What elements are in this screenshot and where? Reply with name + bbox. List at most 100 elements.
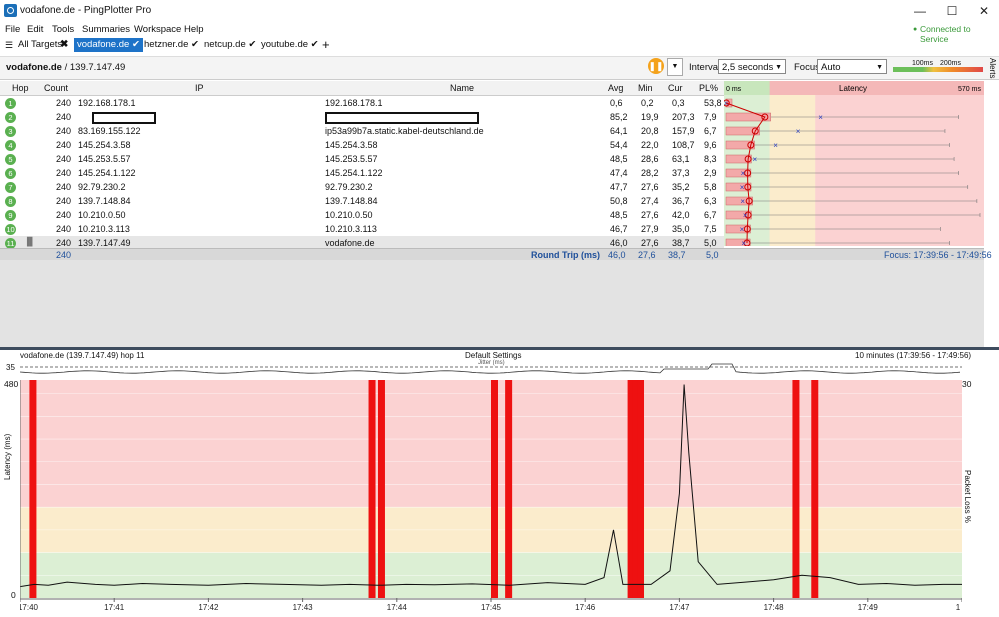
table-row[interactable]: 2 240 85,2 19,9 207,3 7,9 [0, 110, 724, 124]
bar-chart-icon[interactable]: ▐▌ [24, 237, 35, 246]
y-axis-bottom: 0 [11, 590, 16, 600]
table-row[interactable]: 3 240 83.169.155.122 ip53a99b7a.static.kabe… [0, 124, 724, 138]
menu-workspace[interactable]: Workspace [134, 24, 181, 35]
col-avg[interactable]: Avg [608, 83, 623, 93]
hop-avg: 48,5 [610, 154, 628, 164]
pause-dropdown-icon[interactable]: ▼ [667, 58, 683, 76]
current-latency-marker: × [773, 141, 778, 150]
table-row[interactable]: 1 240 192.168.178.1 192.168.178.1 0,6 0,2 0,3 5… [0, 96, 724, 110]
hop-pl: 6,7 [704, 126, 717, 136]
latency-max-label: 570 ms [958, 86, 981, 93]
legend-100: 100ms [912, 60, 934, 67]
latency-min-label: 0 ms [726, 86, 742, 93]
hop-avg: 47,7 [610, 182, 628, 192]
add-tab-icon[interactable]: + [322, 37, 330, 52]
col-count[interactable]: Count [44, 83, 68, 93]
hop-cur: 35,0 [672, 224, 690, 234]
splitter[interactable] [0, 347, 999, 350]
summary-count: 240 [56, 250, 72, 260]
table-row[interactable]: 10 240 10.210.3.113 10.210.3.113 46,7 27,9 35,… [0, 222, 724, 236]
hop-min: 27,6 [641, 238, 659, 248]
summary-pl: 5,0 [706, 250, 719, 260]
close-tab-icon[interactable]: ✖ [60, 39, 68, 50]
packet-loss-marker [792, 380, 800, 598]
alerts-tab[interactable]: Alerts [985, 58, 997, 78]
hop-cur: 35,2 [672, 182, 690, 192]
hop-name: 10.210.3.113 [325, 224, 377, 234]
col-cur[interactable]: Cur [668, 83, 683, 93]
tab-netcup[interactable]: netcup.de ✔ [201, 38, 259, 52]
focus-range: Focus: 17:39:56 - 17:49:56 [884, 250, 992, 260]
y2-axis-label: Packet Loss % [963, 470, 972, 523]
col-hop[interactable]: Hop [12, 83, 29, 93]
packet-loss-marker [491, 380, 498, 598]
x-tick-label: 17:45 [481, 603, 502, 612]
hop-avg: 85,2 [610, 112, 628, 122]
hop-name: 192.168.178.1 [325, 98, 383, 108]
target-name: vodafone.de [6, 62, 62, 73]
graph-settings-title[interactable]: Default Settings [465, 351, 521, 360]
hop-name: ip53a99b7a.static.kabel-deutschland.de [325, 126, 484, 136]
menu-file[interactable]: File [5, 24, 20, 35]
hop-name: 139.7.148.84 [325, 196, 378, 206]
x-tick-label: 17:41 [104, 603, 125, 612]
hop-min: 20,8 [641, 126, 659, 136]
list-icon: ☰ [5, 40, 14, 50]
x-tick-label: 17:49 [858, 603, 879, 612]
hop-ip: 192.168.178.1 [78, 98, 136, 108]
table-row[interactable]: 4 240 145.254.3.58 145.254.3.58 54,4 22,0 108,… [0, 138, 724, 152]
pause-button[interactable]: ❚❚ [648, 58, 664, 74]
hop-pl: 53,8 [704, 98, 722, 108]
tab-youtube[interactable]: youtube.de ✔ [258, 38, 322, 52]
hop-cur: 42,0 [672, 210, 690, 220]
tab-vodafone[interactable]: vodafone.de ✔ [74, 38, 143, 52]
current-latency-marker: × [741, 169, 746, 178]
x-tick-label: 17:43 [293, 603, 314, 612]
graph-target-title: vodafone.de (139.7.147.49) hop 11 [20, 351, 145, 360]
menu-edit[interactable]: Edit [27, 24, 43, 35]
menu-help[interactable]: Help [184, 24, 204, 35]
close-icon[interactable]: ✕ [970, 3, 998, 19]
col-pl[interactable]: PL% [699, 83, 718, 93]
chevron-down-icon: ▼ [775, 64, 782, 71]
x-tick-label: 1 [956, 603, 961, 612]
tab-hetzner[interactable]: hetzner.de ✔ [141, 38, 202, 52]
tab-all-targets[interactable]: All Targets [15, 38, 65, 52]
time-axis: 17:40 17:41 17:42 17:43 17:44 17:45 17:46 17:47… [20, 598, 962, 612]
col-name[interactable]: Name [450, 83, 474, 93]
table-row[interactable]: 5 240 145.253.5.57 145.253.5.57 48,5 28,6 63,1… [0, 152, 724, 166]
table-row[interactable]: 7 240 92.79.230.2 92.79.230.2 47,7 27,6 35,2 5,… [0, 180, 724, 194]
hop-avg: 46,7 [610, 224, 628, 234]
target-ip: / 139.7.147.49 [64, 62, 126, 73]
interval-select[interactable]: 2,5 seconds ▼ [718, 59, 786, 74]
hop-cur: 207,3 [672, 112, 695, 122]
hop-ip: 145.254.3.58 [78, 140, 131, 150]
menu-summaries[interactable]: Summaries [82, 24, 130, 35]
packet-loss-marker [29, 380, 37, 598]
jitter-tick: 35 [6, 363, 15, 372]
minimize-icon[interactable]: — [906, 3, 934, 19]
col-min[interactable]: Min [638, 83, 653, 93]
graph-range-title: 10 minutes (17:39:56 - 17:49:56) [855, 351, 972, 360]
current-latency-marker: × [818, 113, 823, 122]
focus-select[interactable]: Auto ▼ [817, 59, 887, 74]
col-ip[interactable]: IP [195, 83, 204, 93]
hop-count: 240 [56, 182, 72, 192]
menu-tools[interactable]: Tools [52, 24, 74, 35]
table-row[interactable]: 6 240 145.254.1.122 145.254.1.122 47,4 28,2 37… [0, 166, 724, 180]
hop-cur: 63,1 [672, 154, 690, 164]
hop-count: 240 [56, 98, 72, 108]
hop-number: 3 [5, 126, 16, 137]
latency-time-chart[interactable] [20, 380, 962, 598]
interval-value: 2,5 seconds [722, 62, 774, 73]
maximize-icon[interactable]: ☐ [938, 3, 966, 19]
hop-number: 8 [5, 196, 16, 207]
hop-min: 27,6 [641, 182, 659, 192]
table-row[interactable]: 9 240 10.210.0.50 10.210.0.50 48,5 27,6 42,0 6,… [0, 208, 724, 222]
current-latency-marker: × [796, 127, 801, 136]
current-latency-marker: × [740, 225, 745, 234]
hop-ip: 92.79.230.2 [78, 182, 126, 192]
chevron-down-icon: ▼ [876, 64, 883, 71]
summary-label: Round Trip (ms) [531, 250, 600, 260]
table-row[interactable]: 8 240 139.7.148.84 139.7.148.84 50,8 27,4 36,7… [0, 194, 724, 208]
